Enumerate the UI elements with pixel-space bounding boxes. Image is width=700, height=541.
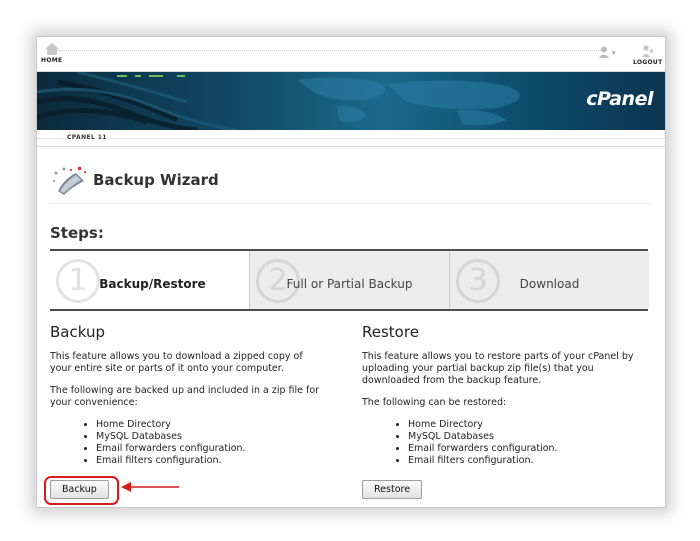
restore-intro: The following can be restored:	[362, 397, 507, 408]
user-icon[interactable]	[599, 46, 609, 58]
list-item: MySQL Databases	[408, 431, 634, 443]
backup-item-list: Home Directory MySQL Databases Email for…	[50, 419, 322, 467]
chevron-down-icon[interactable]: ▾	[612, 49, 616, 57]
dotted-divider	[55, 50, 605, 51]
arrow-left-icon	[121, 482, 179, 492]
home-icon	[45, 43, 59, 55]
cpanel-window: HOME ▾ LOGOUT cPanel CPANEL 11 Backup Wi…	[36, 36, 666, 508]
version-tag: CPANEL 11	[63, 134, 111, 141]
restore-heading: Restore	[362, 323, 419, 341]
step-label: Download	[519, 277, 580, 291]
home-link[interactable]: HOME	[41, 43, 71, 67]
backup-description: This feature allows you to download a zi…	[50, 351, 303, 374]
restore-description: This feature allows you to restore parts…	[362, 351, 634, 386]
logout-icon[interactable]	[641, 45, 653, 57]
steps-progress: 1 Backup/Restore 2 Full or Partial Backu…	[50, 249, 649, 311]
backup-heading: Backup	[50, 323, 105, 341]
list-item: Home Directory	[408, 419, 634, 431]
list-item: Email forwarders configuration.	[96, 443, 322, 455]
list-item: Email filters configuration.	[96, 455, 322, 467]
list-item: Home Directory	[96, 419, 322, 431]
version-bar: CPANEL 11	[37, 130, 665, 147]
restore-item-list: Home Directory MySQL Databases Email for…	[362, 419, 634, 467]
list-item: MySQL Databases	[96, 431, 322, 443]
step-label: Backup/Restore	[99, 277, 206, 291]
step-backup-restore[interactable]: 1 Backup/Restore	[50, 251, 249, 309]
step-full-or-partial-backup[interactable]: 2 Full or Partial Backup	[249, 251, 449, 309]
restore-button[interactable]: Restore	[362, 480, 423, 499]
backup-button[interactable]: Backup	[50, 480, 109, 499]
top-bar: HOME ▾ LOGOUT	[37, 37, 665, 72]
cpanel-logo: cPanel	[586, 88, 653, 110]
step-label: Full or Partial Backup	[286, 277, 413, 291]
cpanel-banner: cPanel	[37, 72, 665, 130]
logout-link[interactable]: LOGOUT	[633, 59, 663, 66]
divider	[49, 203, 651, 204]
page-title: Backup Wizard	[93, 171, 219, 189]
step-download[interactable]: 3 Download	[449, 251, 649, 309]
backup-intro: The following are backed up and included…	[50, 385, 320, 408]
backup-section: Backup This feature allows you to downlo…	[50, 323, 322, 473]
list-item: Email forwarders configuration.	[408, 443, 634, 455]
world-map-graphic	[37, 72, 520, 130]
backup-wizard-icon	[52, 167, 86, 195]
steps-heading: Steps:	[50, 224, 104, 242]
list-item: Email filters configuration.	[408, 455, 634, 467]
restore-section: Restore This feature allows you to resto…	[362, 323, 634, 473]
home-label: HOME	[41, 57, 63, 64]
